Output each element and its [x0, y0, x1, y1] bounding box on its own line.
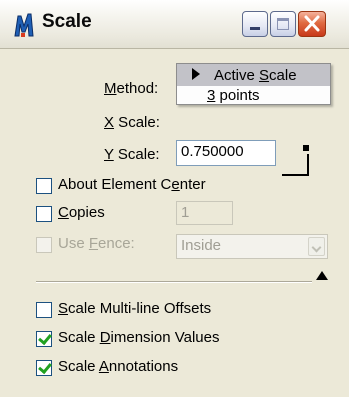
about-element-center-label: About Element Center [58, 176, 206, 193]
scale-dimension-values-checkbox[interactable] [36, 331, 52, 347]
menu-item-label: 3 points [207, 87, 260, 104]
scale-multiline-offsets-label: Scale Multi-line Offsets [58, 300, 212, 317]
scale-dimension-values-label: Scale Dimension Values [58, 329, 220, 346]
title-bar[interactable]: Scale [0, 0, 349, 49]
section-divider [36, 281, 312, 283]
copies-label: Copies [58, 204, 105, 221]
menu-item-3-points[interactable]: 3 points [177, 84, 330, 104]
scale-multiline-offsets-checkbox[interactable] [36, 302, 52, 318]
collapse-triangle-icon[interactable] [316, 271, 328, 280]
copies-checkbox[interactable] [36, 206, 52, 222]
use-fence-label: Use Fence: [58, 235, 135, 252]
window-title: Scale [42, 11, 92, 32]
copies-input[interactable]: 1 [176, 201, 233, 225]
microstation-logo-icon [14, 13, 34, 37]
minimize-button[interactable] [242, 11, 268, 37]
y-scale-input[interactable]: 0.750000 [176, 140, 276, 166]
close-icon [304, 15, 320, 32]
use-fence-checkbox[interactable] [36, 237, 52, 253]
scale-dialog: Scale Method: X Scale: Y Scale: 0.750000… [0, 0, 349, 397]
chevron-down-icon[interactable] [308, 237, 325, 256]
y-scale-label: Y Scale: [104, 146, 160, 163]
scale-annotations-label: Scale Annotations [58, 358, 179, 375]
method-label: Method: [104, 80, 159, 97]
menu-item-label: Active Scale [214, 67, 297, 84]
x-scale-label: X Scale: [104, 114, 160, 131]
about-element-center-checkbox[interactable] [36, 178, 52, 194]
scale-lock-bracket[interactable] [282, 154, 309, 176]
scale-annotations-checkbox[interactable] [36, 360, 52, 376]
fence-mode-select[interactable]: Inside [176, 234, 328, 259]
fence-mode-value: Inside [181, 237, 222, 254]
scale-lock-handle [303, 145, 309, 151]
close-button[interactable] [298, 11, 326, 37]
menu-item-active-scale[interactable]: Active Scale [177, 64, 330, 86]
selected-arrow-icon [192, 68, 200, 80]
maximize-button[interactable] [270, 11, 296, 37]
